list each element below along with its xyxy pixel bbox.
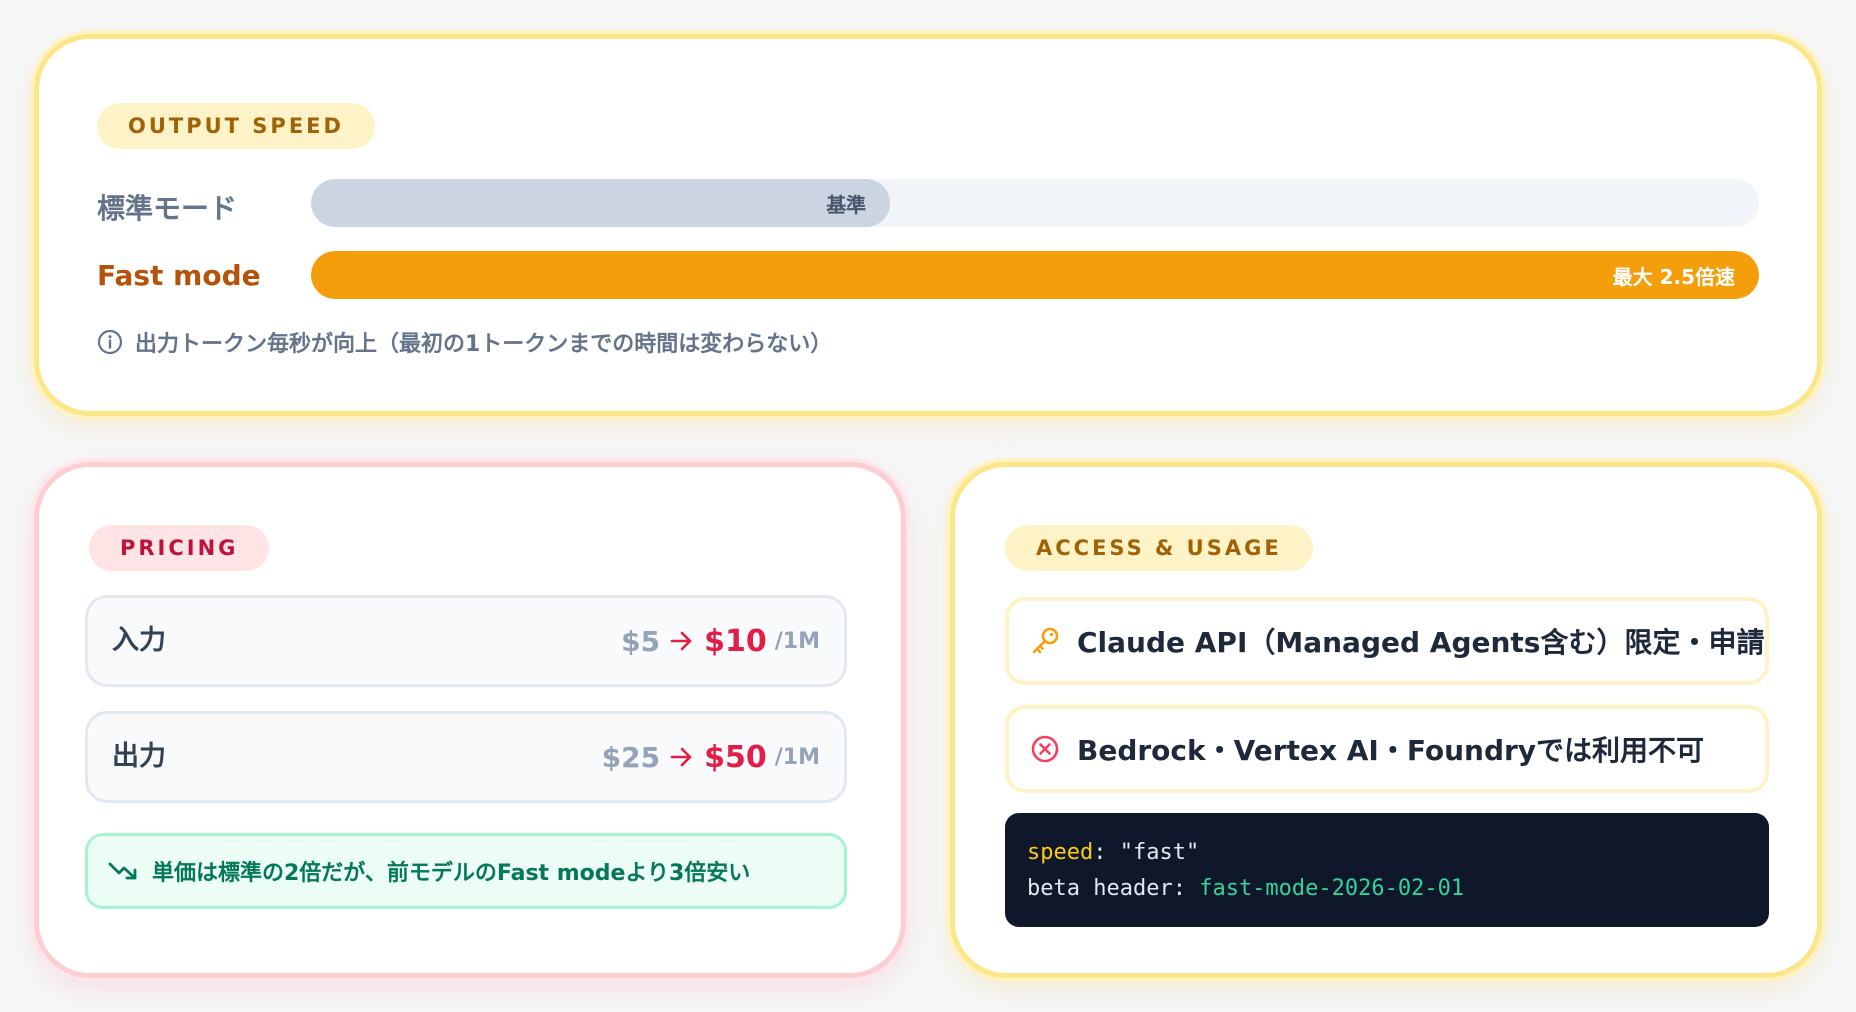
fast-mode-label: Fast mode [97, 259, 261, 292]
output-speed-pill: OUTPUT SPEED [97, 103, 375, 149]
price-new: $10 [704, 623, 767, 659]
code-value: fast-mode-2026-02-01 [1199, 876, 1465, 901]
price-row-values: $25 $50 /1M [602, 714, 820, 800]
code-separator: : [1172, 876, 1200, 901]
code-value: "fast" [1119, 840, 1200, 865]
speed-note-text: 出力トークン毎秒が向上（最初の1トークンまでの時間は変わらない） [135, 332, 833, 357]
price-row-input: 入力 $5 $10 /1M [85, 595, 847, 687]
price-old: $25 [601, 740, 661, 774]
price-unit: /1M [774, 628, 820, 654]
access-item-unavailable: Bedrock・Vertex AI・Foundryでは利用不可 [1005, 705, 1769, 793]
code-key: beta header [1027, 876, 1173, 901]
code-snippet: speed: "fast" beta header: fast-mode-202… [1005, 813, 1769, 927]
fast-mode-track: 最大 2.5倍速 [311, 251, 1759, 299]
price-unit: /1M [774, 744, 820, 770]
access-item-text: Claude API（Managed Agents含む）限定・申請制 [1077, 626, 1769, 659]
price-row-output: 出力 $25 $50 /1M [85, 711, 847, 803]
pricing-pill: PRICING [89, 525, 270, 571]
code-key: speed [1027, 840, 1094, 865]
trending-down-icon [108, 862, 137, 880]
price-row-label: 入力 [112, 625, 166, 656]
access-usage-pill: ACCESS & USAGE [1005, 525, 1313, 571]
price-row-label: 出力 [112, 741, 166, 772]
savings-note: 単価は標準の2倍だが、前モデルのFast modeより3倍安い [85, 833, 847, 909]
access-usage-card: ACCESS & USAGE Claude API（Managed Agents… [950, 462, 1822, 978]
code-line-speed: speed: "fast" [1027, 835, 1747, 871]
code-line-beta-header: beta header: fast-mode-2026-02-01 [1027, 871, 1747, 907]
standard-mode-track: 基準 [311, 179, 1759, 227]
arrow-right-icon [670, 746, 694, 768]
code-separator: : [1093, 840, 1120, 865]
fast-mode-bar: 最大 2.5倍速 [311, 251, 1759, 299]
savings-note-text: 単価は標準の2倍だが、前モデルのFast modeより3倍安い [152, 861, 751, 886]
speed-note: 出力トークン毎秒が向上（最初の1トークンまでの時間は変わらない） [97, 327, 832, 357]
output-speed-card: OUTPUT SPEED 標準モード 基準 Fast mode 最大 2.5倍速… [34, 34, 1822, 416]
standard-mode-label: 標準モード [97, 192, 238, 225]
access-item-text: Bedrock・Vertex AI・Foundryでは利用不可 [1077, 734, 1705, 767]
pricing-card: PRICING 入力 $5 $10 /1M 出力 $25 $50 /1M 単価は… [34, 462, 906, 978]
key-icon [1032, 627, 1059, 654]
x-circle-icon [1031, 735, 1059, 763]
access-item-api: Claude API（Managed Agents含む）限定・申請制 [1005, 597, 1769, 685]
standard-mode-bar: 基準 [311, 179, 891, 227]
price-old: $5 [621, 624, 661, 658]
info-icon [97, 329, 123, 355]
price-new: $50 [704, 739, 767, 775]
arrow-right-icon [670, 630, 694, 652]
price-row-values: $5 $10 /1M [621, 598, 820, 684]
